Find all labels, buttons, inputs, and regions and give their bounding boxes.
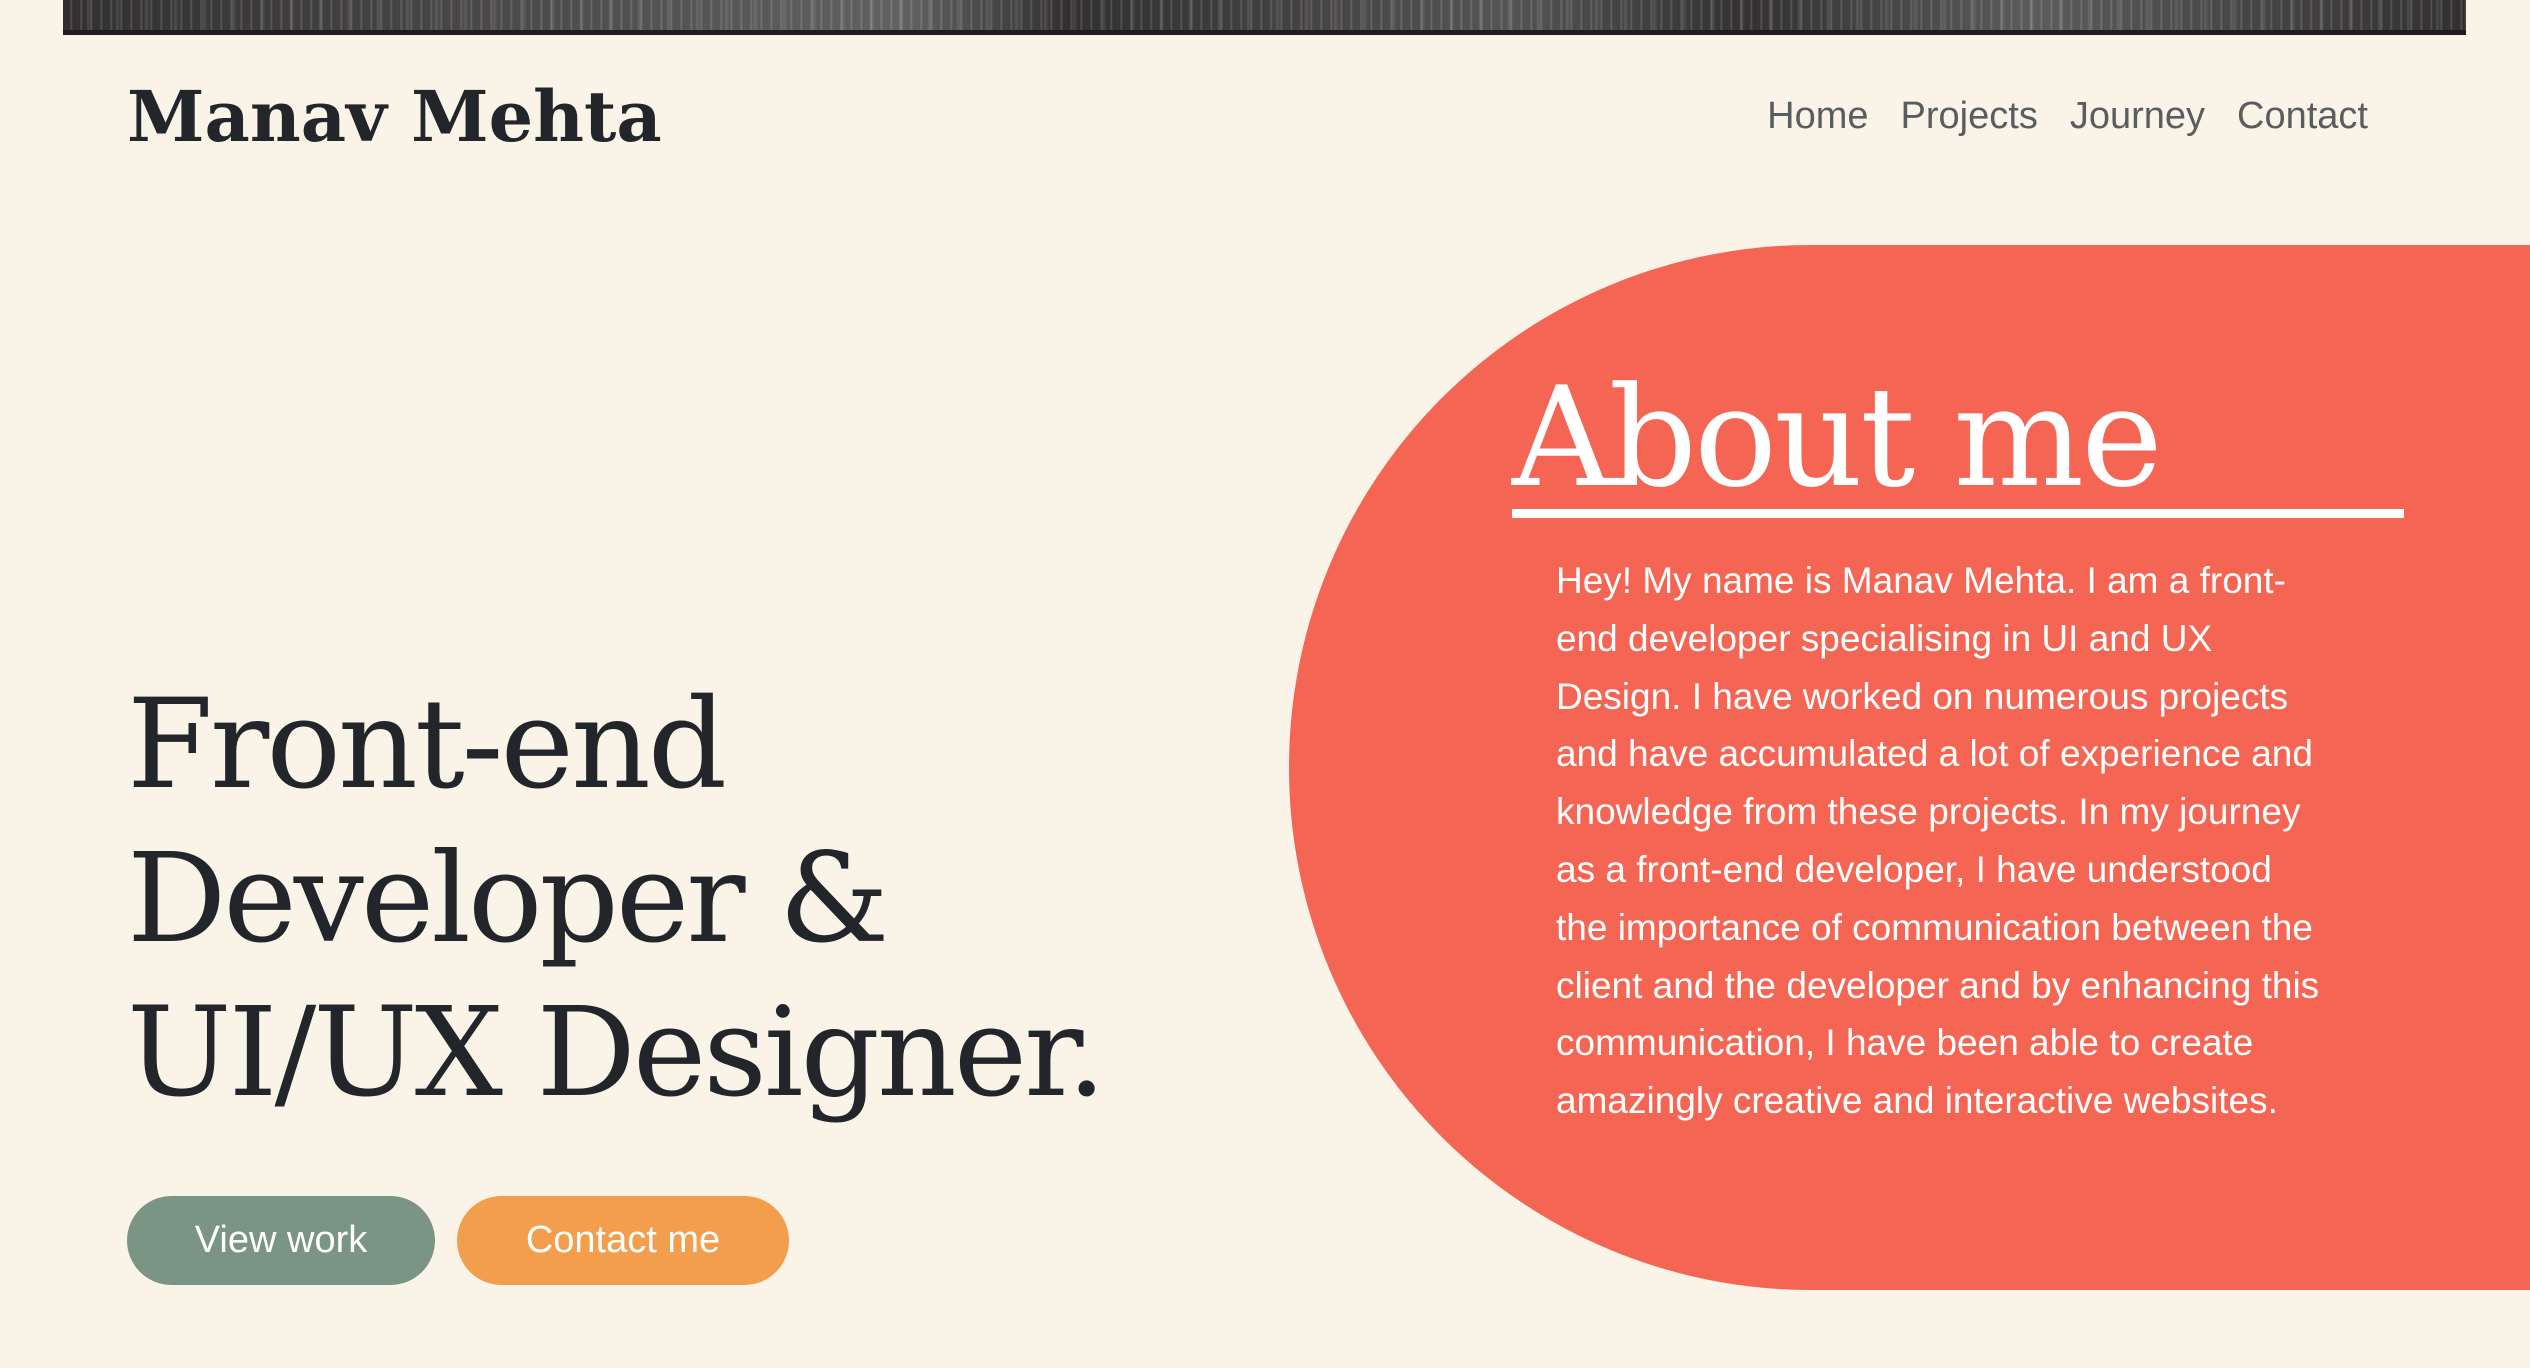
main-nav: Home Projects Journey Contact — [1767, 90, 2368, 142]
about-title-underline — [1512, 509, 2404, 518]
hero-headline-line: Front-end — [127, 673, 727, 817]
about-text-line: Design. I have worked on numerous projec… — [1556, 675, 2289, 717]
about-text-line: the importance of communication between … — [1556, 906, 2313, 948]
about-text-line: client and the developer and by enhancin… — [1556, 964, 2320, 1006]
about-text-line: knowledge from these projects. In my jou… — [1556, 791, 2301, 833]
nav-link-journey[interactable]: Journey — [2070, 90, 2205, 142]
hero-headline-line: UI/UX Designer. — [127, 981, 1106, 1125]
site-logo[interactable]: Manav Mehta — [127, 72, 662, 162]
about-text-line: and have accumulated a lot of experience… — [1556, 733, 2313, 775]
about-text-line: as a front-end developer, I have underst… — [1556, 848, 2272, 890]
hero-headline: Front-end Developer & UI/UX Designer. — [127, 668, 1187, 1130]
about-text-line: communication, I have been able to creat… — [1556, 1022, 2254, 1064]
about-title: About me — [1512, 357, 2163, 518]
about-text-line: Hey! My name is Manav Mehta. I am a fron… — [1556, 560, 2286, 601]
about-text-line: amazingly creative and interactive websi… — [1556, 1080, 2278, 1122]
contact-me-button[interactable]: Contact me — [457, 1196, 789, 1285]
top-decorative-bar — [63, 0, 2466, 35]
view-work-button[interactable]: View work — [127, 1196, 435, 1285]
about-text-line: end developer specialising in UI and UX — [1556, 617, 2213, 659]
nav-link-contact[interactable]: Contact — [2237, 90, 2368, 142]
hero-headline-line: Developer & — [127, 827, 889, 971]
about-description: Hey! My name is Manav Mehta. I am a fron… — [1556, 552, 2366, 1130]
nav-link-projects[interactable]: Projects — [1901, 90, 2038, 142]
nav-link-home[interactable]: Home — [1767, 90, 1868, 142]
